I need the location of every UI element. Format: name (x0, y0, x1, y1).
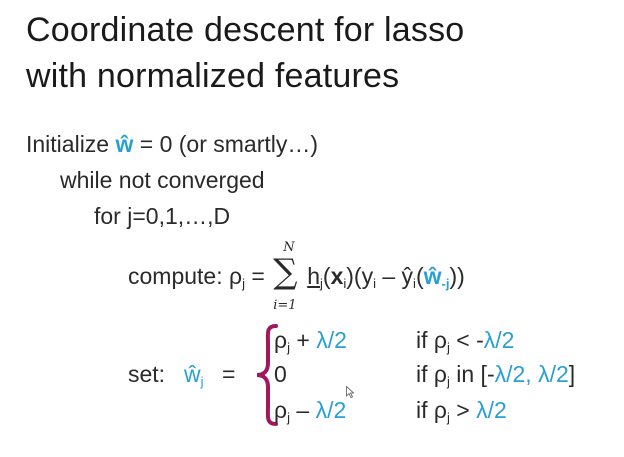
case-2-expression: 0 (274, 361, 287, 387)
init-line: Initialize ŵ = 0 (or smartly…) (26, 130, 318, 158)
summation-symbol: N ∑ i=1 (271, 240, 307, 313)
compute-label: compute: ρ (128, 263, 243, 289)
case-2-condition: if ρj in [-λ/2, λ/2] (416, 361, 576, 389)
w-hat-j-symbol: ŵj (184, 361, 204, 389)
equals-sign: = (244, 263, 272, 289)
x-vector: x (330, 263, 344, 289)
set-label: set: (128, 361, 166, 387)
case-3-condition: if ρj > λ/2 (416, 397, 507, 425)
set-equals: = (222, 361, 236, 387)
slide-title-line2: with normalized features (26, 57, 400, 95)
case-1-condition: if ρj < -λ/2 (416, 327, 515, 355)
w-hat-minus-j: ŵ (423, 263, 442, 289)
while-line: while not converged (60, 167, 265, 193)
slide-title-line1: Coordinate descent for lasso (26, 11, 465, 49)
sum-lower-limit: i=1 (273, 297, 297, 313)
case-3-expression: ρj – λ/2 (274, 397, 347, 425)
init-label: Initialize (26, 131, 116, 157)
h-feature: h (307, 263, 320, 289)
mouse-pointer-icon (346, 386, 354, 398)
w-hat-symbol: ŵ (115, 131, 134, 157)
compute-line: compute: ρj = N ∑ i=1 hj(xi)(yi – ŷi(ŵ-j)) (128, 240, 465, 313)
for-line: for j=0,1,…,D (94, 203, 231, 229)
init-suffix: = 0 (or smartly…) (133, 131, 319, 157)
case-1-expression: ρj + λ/2 (274, 327, 347, 355)
